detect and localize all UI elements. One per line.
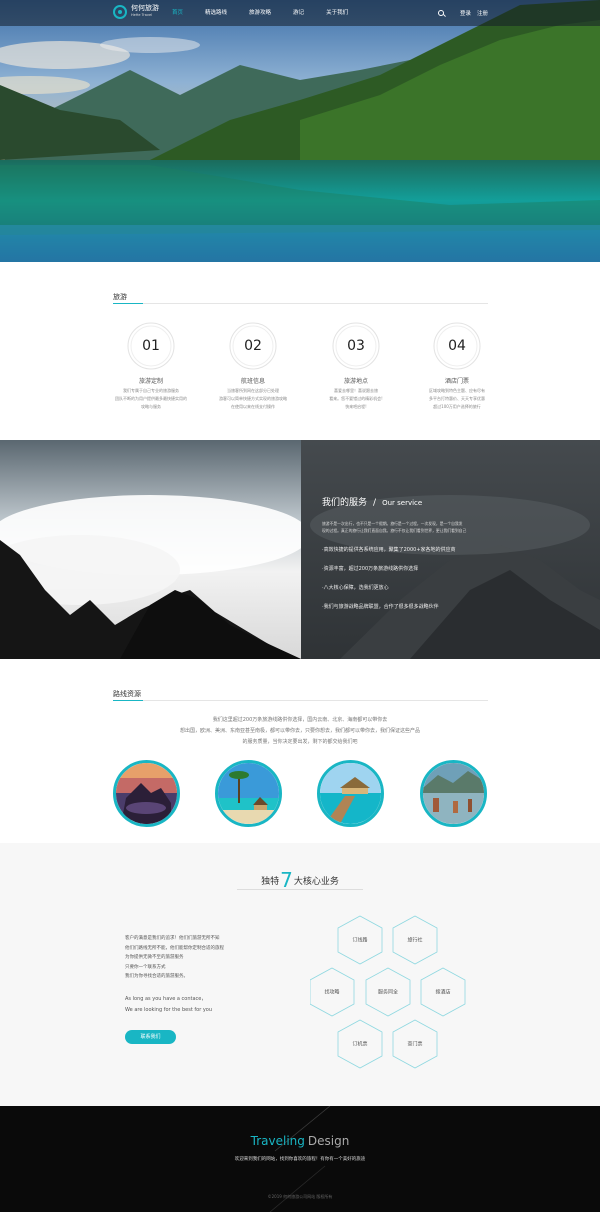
core-english-text: As long as you have a contace， We are lo…	[125, 994, 212, 1016]
login-link[interactable]: 登录	[460, 9, 471, 17]
service-desc-line: 当旅客所到网在这部分已处理	[227, 388, 279, 393]
service-title: 旅游定制	[138, 378, 163, 385]
service-item-custom[interactable]: 01 旅游定制 我们专属于自己专业的旅游服务 团队不断的为用户提供最多最快捷实用…	[111, 321, 191, 411]
our-service-title-en: Our service	[382, 499, 423, 507]
service-number: 01	[142, 338, 160, 354]
nav-link-home[interactable]: 首页	[166, 0, 189, 26]
hex-travel-agency[interactable]: 旅行社	[395, 937, 435, 944]
our-service-heading: 我们的服务 / Our service	[322, 495, 492, 508]
hex-book-route[interactable]: 订线路	[340, 937, 380, 944]
nav-link-about[interactable]: 关于我们	[320, 0, 354, 26]
hero-landscape-image	[0, 0, 600, 262]
service-desc-line: 多平台打特惠价、天天专享优惠	[429, 396, 485, 401]
logo-icon	[113, 5, 127, 19]
service-desc-line: 超过100万用户选择的旅行	[433, 404, 481, 409]
resort-photo	[320, 763, 381, 824]
lake-photo	[423, 763, 484, 824]
service-desc-line: 喜爱去哪里！喜说跟去旅	[334, 388, 378, 393]
footer-tagline: 欢迎来到我们的网站，找到你喜欢的旅程！有你有一个美好的旅途	[234, 1157, 366, 1162]
our-service-content: 我们的服务 / Our service 旅游不是一次出行，也不只是一个假期。旅行是一…	[322, 495, 492, 610]
footer-brand-part: Traveling	[250, 1134, 305, 1148]
section-divider	[113, 700, 488, 701]
hex-check-tickets[interactable]: 查门票	[395, 1041, 435, 1048]
route-image-tropical[interactable]	[215, 760, 282, 827]
nav-link-journals[interactable]: 游记	[287, 0, 310, 26]
service-title: 航班信息	[240, 378, 265, 385]
service-desc-line: 团队不断的为用户提供最多最快捷实用的	[115, 396, 187, 401]
routes-intro-line: 的服务质量，当你决定要出发，剩下的都交给我们吧	[242, 739, 358, 745]
our-service-band	[0, 440, 600, 659]
service-number: 02	[244, 338, 262, 354]
service-desc-line: 快来吧启程!	[345, 404, 367, 409]
service-bullet: ·八大核心保障，选我们更放心	[322, 585, 389, 591]
core-line: 只要你一个联系方式	[125, 964, 166, 970]
hex-search-hotel[interactable]: 搜酒店	[423, 989, 463, 996]
core-title-part: 大核心业务	[293, 877, 339, 887]
service-item-hotels[interactable]: 04 酒店门票 区域攻略到特色主题、应有尽有 多平台打特惠价、天天专享优惠 超过…	[417, 321, 497, 411]
core-title-part: 独特	[261, 877, 280, 887]
our-service-intro-line: 现的过程。真正的旅行让我们直面自我。旅行不仅让我们看到世界，更让我们看到自己	[322, 528, 467, 533]
nav-links: 首页 精选路线 旅游攻略 游记 关于我们	[166, 0, 364, 26]
top-nav: 何何旅游 HeHe Travel 首页 精选路线 旅游攻略 游记 关于我们 登录…	[0, 0, 600, 26]
service-desc-line: 游客可以简单快捷方式实现的旅游攻略	[219, 396, 287, 401]
routes-intro-line: 我们这里超过200万条旅游线路供你选择，国内云南、北京、海南都可以带你去	[212, 717, 388, 723]
core-en-line: We are looking for the best for you	[125, 1007, 213, 1013]
core-description: 客户的满意是我们的追求！他们们旅游无所不知 他们们路线无所不能，他们能帮你定制合…	[125, 934, 224, 982]
section-title-routes: 路线资源	[113, 690, 141, 698]
footer-brand-part: Design	[307, 1134, 350, 1148]
hex-full-service[interactable]: 服务同全	[368, 989, 408, 996]
service-bullet: ·我们与旅游战略品牌联盟，合作了很多很多战略伙伴	[322, 604, 439, 610]
service-number: 03	[347, 338, 365, 354]
nav-link-guides[interactable]: 旅游攻略	[243, 0, 277, 26]
service-item-flights[interactable]: 02 航班信息 当旅客所到网在这部分已处理 游客可以简单快捷方式实现的旅游攻略 …	[213, 321, 293, 411]
our-service-intro-line: 旅游不是一次出行，也不只是一个假期。旅行是一个过程，一次发现，是一个自我发	[322, 521, 463, 526]
service-desc-line: 攻略与服务	[141, 404, 161, 409]
core-line: 客户的满意是我们的追求！他们们旅游无所不知	[125, 936, 220, 941]
section-divider-accent	[113, 700, 143, 701]
section-divider	[113, 303, 488, 304]
routes-intro-line: 想出国，欧洲、美洲、东南亚甚至南极，都可以带你去，只要你想去，我们都可以带你去，…	[179, 728, 420, 734]
hex-book-flight[interactable]: 订机票	[340, 1041, 380, 1048]
service-desc-line: 看来。您不要错过的精彩机会!	[329, 396, 383, 401]
nav-link-routes[interactable]: 精选路线	[199, 0, 233, 26]
section-title-travel: 旅游	[113, 293, 127, 301]
service-title: 酒店门票	[444, 378, 469, 385]
service-bullet: ·高效快捷的提供各系统应用，聚集了2000+家各地的供应商	[322, 547, 456, 553]
core-divider	[237, 889, 363, 890]
core-line: 他们们路线无所不能，他们能帮你定制合适的旅程	[125, 945, 224, 951]
service-item-places[interactable]: 03 旅游地点 喜爱去哪里！喜说跟去旅 看来。您不要错过的精彩机会! 快来吧启程…	[316, 321, 396, 411]
logo-name: 何何旅游	[131, 4, 159, 12]
service-desc-line: 在使用以来在线支付操作	[231, 404, 275, 409]
section-divider-accent	[113, 303, 143, 304]
our-service-title-cn: 我们的服务	[322, 498, 368, 508]
core-line: 为你提供无微不至的旅游服务	[125, 955, 184, 960]
service-title: 旅游地点	[343, 378, 368, 385]
core-line: 我们为你寻找合适的旅游服务。	[125, 974, 188, 979]
logo-subname: HeHe Travel	[131, 13, 153, 17]
footer-copyright: ©2019 何何旅游公司网站 版权所有	[267, 1194, 333, 1199]
core-en-line: As long as you have a contace，	[125, 996, 207, 1002]
tropical-photo	[218, 763, 279, 824]
search-icon[interactable]	[437, 10, 444, 16]
service-hex-grid: 订线路 旅行社 找攻略 服务同全 搜酒店 订机票 查门票	[309, 913, 490, 1078]
hero-banner	[0, 0, 600, 262]
route-image-resort[interactable]	[317, 760, 384, 827]
service-number: 04	[448, 338, 466, 354]
contact-us-button[interactable]: 联系我们	[125, 1030, 176, 1044]
mountain-clouds-image	[0, 440, 600, 659]
heading-slash: /	[373, 498, 377, 508]
route-image-coast[interactable]	[113, 760, 180, 827]
service-bullet: ·资源丰富，超过200万条旅游线路供你选择	[322, 566, 419, 572]
register-link[interactable]: 注册	[477, 9, 488, 17]
routes-intro: 我们这里超过200万条旅游线路供你选择，国内云南、北京、海南都可以带你去 想出国…	[160, 715, 440, 748]
service-desc-line: 我们专属于自己专业的旅游服务	[123, 388, 179, 393]
service-desc-line: 区域攻略到特色主题、应有尽有	[429, 388, 485, 393]
footer-brand: Traveling Design	[0, 1134, 600, 1148]
route-image-lake[interactable]	[420, 760, 487, 827]
hex-find-guide[interactable]: 找攻略	[312, 989, 352, 996]
site-logo[interactable]: 何何旅游 HeHe Travel	[113, 5, 159, 19]
coast-photo	[116, 763, 177, 824]
